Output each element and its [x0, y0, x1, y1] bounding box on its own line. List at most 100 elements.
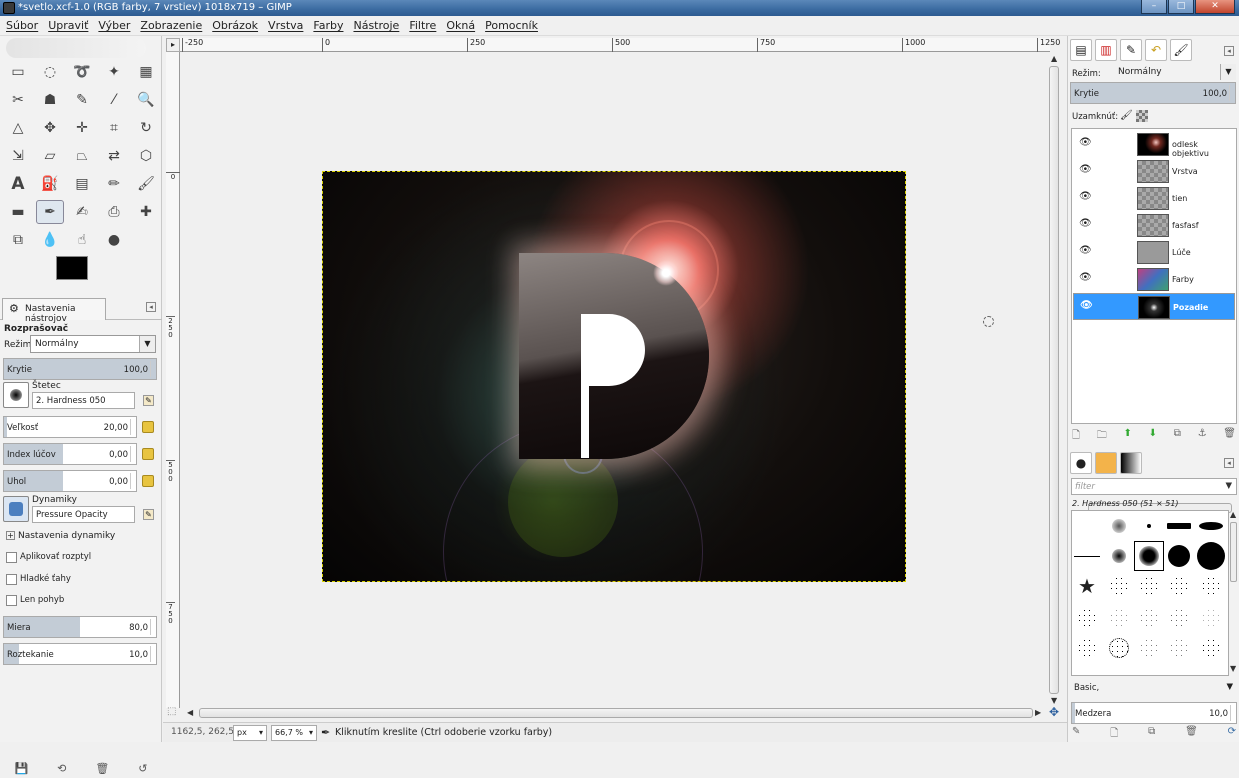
visibility-eye-icon[interactable]: 👁: [1079, 192, 1093, 202]
tab-menu-icon[interactable]: ◂: [1224, 46, 1234, 56]
new-brush-icon[interactable]: 🗋: [1110, 726, 1118, 743]
scroll-right-icon[interactable]: ▶: [1035, 708, 1041, 717]
delete-options-icon[interactable]: 🗑: [95, 762, 109, 775]
menu-view[interactable]: Zobrazenie: [140, 19, 202, 32]
ink-tool-icon[interactable]: ✍: [68, 200, 96, 224]
new-layer-icon[interactable]: 🗋: [1072, 428, 1080, 445]
brush-item[interactable]: [1196, 511, 1226, 541]
apply-jitter-checkbox[interactable]: Aplikovať rozptyl: [6, 552, 91, 563]
brush-tag-select[interactable]: Basic, ▼: [1071, 680, 1237, 697]
brush-item[interactable]: [1072, 603, 1102, 633]
brush-item[interactable]: [1072, 633, 1102, 663]
align-tool-icon[interactable]: ✛: [68, 116, 96, 140]
brush-spacing-slider[interactable]: Medzera 10,0: [1071, 702, 1237, 724]
menu-image[interactable]: Obrázok: [212, 19, 258, 32]
close-button[interactable]: ✕: [1195, 0, 1235, 14]
text-tool-icon[interactable]: A: [4, 172, 32, 196]
smudge-tool-icon[interactable]: ☝: [68, 228, 96, 252]
brush-item[interactable]: [1164, 633, 1194, 663]
lock-brush-checkbox[interactable]: Len pohyb: [6, 595, 64, 606]
unit-select[interactable]: px ▾: [233, 725, 267, 741]
menu-file[interactable]: Súbor: [6, 19, 38, 32]
delete-brush-icon[interactable]: 🗑: [1185, 726, 1198, 743]
scroll-up-icon[interactable]: ▲: [1051, 54, 1057, 63]
smooth-stroke-checkbox[interactable]: Hladké ťahy: [6, 574, 71, 585]
tab-tool-options[interactable]: Nastavenia nástrojov: [2, 298, 106, 324]
zoom-tool-icon[interactable]: 🔍: [132, 88, 160, 112]
flip-tool-icon[interactable]: ⇄: [100, 144, 128, 168]
paths-tool-icon[interactable]: ✎: [68, 88, 96, 112]
menu-layer[interactable]: Vrstva: [268, 19, 303, 32]
lower-layer-icon[interactable]: ⬇: [1149, 428, 1157, 445]
brush-name-field[interactable]: 2. Hardness 050: [32, 392, 135, 409]
maximize-button[interactable]: □: [1168, 0, 1194, 14]
blend-tool-icon[interactable]: ▤: [68, 172, 96, 196]
scroll-down-icon[interactable]: ▼: [1230, 664, 1236, 673]
edit-brush-icon[interactable]: ✎: [1072, 726, 1080, 743]
reset-options-icon[interactable]: ↺: [138, 762, 147, 775]
horizontal-scroll-thumb[interactable]: [199, 708, 1033, 718]
edit-brush-icon[interactable]: ✎: [143, 395, 154, 406]
brush-filter-input[interactable]: filter ▼: [1071, 478, 1237, 495]
scroll-up-icon[interactable]: ▲: [1230, 510, 1236, 519]
wilber-drop-area[interactable]: [6, 38, 146, 58]
scissors-tool-icon[interactable]: ✂: [4, 88, 32, 112]
brush-preview-button[interactable]: [3, 382, 29, 408]
spinner-icon[interactable]: [130, 446, 135, 462]
save-options-icon[interactable]: 💾: [14, 762, 28, 775]
brush-scroll-thumb[interactable]: [1230, 522, 1237, 582]
layer-mode-select[interactable]: Normálny ▼: [1114, 64, 1236, 82]
tab-paths[interactable]: ✎: [1120, 39, 1142, 61]
visibility-eye-icon[interactable]: 👁: [1079, 138, 1093, 148]
lock-pixels-icon[interactable]: 🖌: [1120, 110, 1133, 121]
tab-gradients[interactable]: [1120, 452, 1142, 474]
dynamics-name-field[interactable]: Pressure Opacity: [32, 506, 135, 523]
visibility-eye-icon[interactable]: 👁: [1079, 273, 1093, 283]
blur-tool-icon[interactable]: 💧: [36, 228, 64, 252]
eraser-tool-icon[interactable]: ▬: [4, 200, 32, 224]
color-picker-tool-icon[interactable]: ⁄: [100, 88, 128, 112]
brush-item[interactable]: [1104, 603, 1134, 633]
size-slider[interactable]: Veľkosť 20,00: [3, 416, 137, 438]
tab-channels[interactable]: ▥: [1095, 39, 1117, 61]
raise-layer-icon[interactable]: ⬆: [1123, 428, 1131, 445]
fuzzy-select-tool-icon[interactable]: ✦: [100, 60, 128, 84]
spinner-icon[interactable]: [150, 619, 155, 635]
brush-item[interactable]: [1072, 541, 1102, 571]
reset-aspect-icon[interactable]: [142, 448, 154, 460]
rect-select-tool-icon[interactable]: ▭: [4, 60, 32, 84]
menu-edit[interactable]: Upraviť: [48, 19, 88, 32]
refresh-brushes-icon[interactable]: ⟳: [1228, 726, 1236, 743]
new-layer-group-icon[interactable]: 🗀: [1097, 428, 1107, 445]
foreground-color-swatch[interactable]: [56, 256, 88, 280]
brush-item[interactable]: [1196, 633, 1226, 663]
vertical-scrollbar[interactable]: ▲ ▼: [1047, 52, 1061, 708]
brush-item[interactable]: [1134, 633, 1164, 663]
minimize-button[interactable]: –: [1141, 0, 1167, 14]
reset-angle-icon[interactable]: [142, 475, 154, 487]
brush-grid-scrollbar[interactable]: ▲ ▼: [1229, 510, 1238, 676]
layer-row[interactable]: 👁 Lúče: [1073, 239, 1235, 266]
brush-item[interactable]: [1134, 571, 1164, 601]
brush-item[interactable]: [1164, 511, 1194, 541]
layer-row[interactable]: 👁 Farby: [1073, 266, 1235, 293]
perspective-tool-icon[interactable]: ⏢: [68, 144, 96, 168]
cage-transform-tool-icon[interactable]: ⬡: [132, 144, 160, 168]
image-canvas[interactable]: [322, 171, 906, 582]
dynamics-button[interactable]: [3, 496, 29, 522]
reset-size-icon[interactable]: [142, 421, 154, 433]
layer-row[interactable]: 👁 odlesk objektivu: [1073, 131, 1235, 158]
visibility-eye-icon[interactable]: 👁: [1079, 219, 1093, 229]
layer-opacity-slider[interactable]: Krytie 100,0: [1070, 82, 1236, 104]
dynamics-options-expander[interactable]: + Nastavenia dynamiky: [4, 531, 115, 541]
delete-layer-icon[interactable]: 🗑: [1223, 428, 1236, 445]
scroll-down-icon[interactable]: ▼: [1051, 696, 1057, 705]
clone-tool-icon[interactable]: ⎙: [100, 200, 128, 224]
menu-colors[interactable]: Farby: [313, 19, 343, 32]
tab-brushes[interactable]: ●: [1070, 452, 1092, 474]
tab-layers[interactable]: ▤: [1070, 39, 1092, 61]
brush-item-selected[interactable]: [1134, 541, 1164, 571]
spinner-icon[interactable]: [130, 473, 135, 489]
brush-item[interactable]: [1164, 541, 1194, 571]
menu-tools[interactable]: Nástroje: [353, 19, 399, 32]
